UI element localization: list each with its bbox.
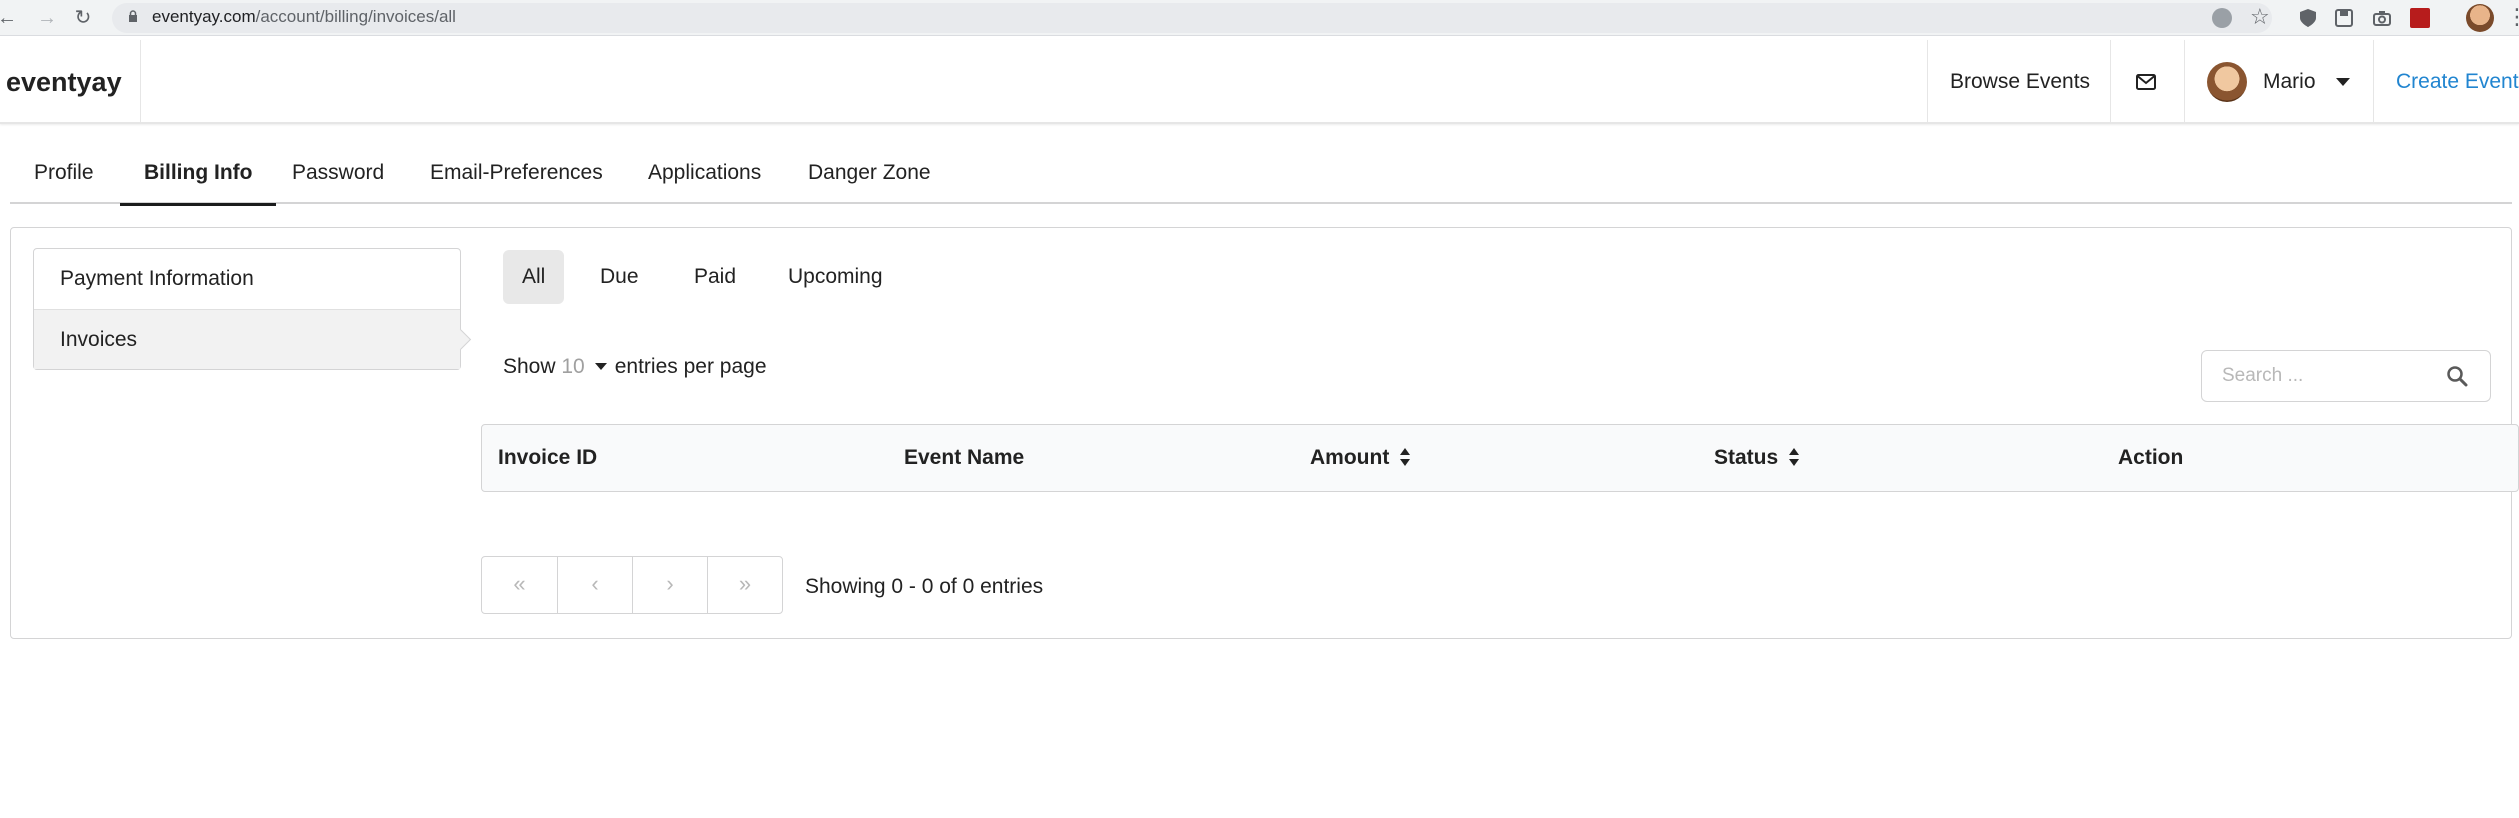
tab-billing-info[interactable]: Billing Info (120, 146, 277, 206)
divider (2110, 40, 2111, 124)
filter-upcoming[interactable]: Upcoming (769, 250, 902, 304)
red-extension-icon[interactable] (2410, 8, 2430, 28)
search-icon[interactable] (2446, 365, 2468, 387)
prev-page-button[interactable]: ‹ (557, 557, 632, 613)
back-icon[interactable]: ← (0, 5, 20, 31)
column-label: Action (2118, 446, 2184, 469)
cookie-blocked-icon[interactable] (2212, 8, 2232, 28)
caret-down-icon[interactable] (594, 363, 607, 370)
invoices-table: Invoice ID Event Name Amount Status Acti… (481, 424, 2519, 492)
divider (1927, 40, 1928, 124)
bookmark-star-icon[interactable]: ☆ (2250, 4, 2270, 30)
reload-icon[interactable]: ↻ (70, 5, 96, 31)
shield-extension-icon[interactable] (2298, 8, 2318, 28)
pagination: « ‹ › » (481, 556, 783, 614)
show-label: Show (503, 355, 556, 378)
side-item-invoices[interactable]: Invoices (34, 309, 460, 369)
search-placeholder: Search ... (2222, 365, 2304, 386)
filter-due[interactable]: Due (581, 250, 658, 304)
first-page-button[interactable]: « (482, 557, 557, 613)
column-label: Invoice ID (498, 446, 598, 469)
column-amount[interactable]: Amount (1310, 425, 1411, 491)
search-input[interactable]: Search ... (2201, 350, 2491, 402)
column-label: Amount (1310, 446, 1390, 469)
tab-profile[interactable]: Profile (10, 146, 118, 204)
column-action: Action (2118, 425, 2183, 491)
tab-danger-zone[interactable]: Danger Zone (784, 146, 955, 204)
url-text: eventyay.com/account/billing/invoices/al… (152, 6, 456, 28)
browser-profile-avatar[interactable] (2466, 4, 2494, 32)
tab-applications[interactable]: Applications (624, 146, 785, 204)
filter-paid[interactable]: Paid (675, 250, 755, 304)
envelope-icon (2136, 74, 2156, 91)
per-page-select[interactable]: 10 (561, 355, 584, 378)
save-extension-icon[interactable] (2334, 8, 2354, 28)
create-event-link[interactable]: Create Event (2396, 40, 2519, 124)
sort-icon[interactable] (1788, 447, 1800, 467)
brand-logo[interactable]: eventyay (6, 40, 122, 124)
billing-panel: Payment Information Invoices All Due Pai… (10, 227, 2519, 639)
browse-events-link[interactable]: Browse Events (1950, 40, 2090, 124)
divider (140, 40, 141, 124)
browser-toolbar: ← → ↻ eventyay.com/account/billing/invoi… (0, 0, 2519, 36)
caret-down-icon[interactable] (2336, 78, 2350, 86)
column-status[interactable]: Status (1714, 425, 1800, 491)
sort-icon[interactable] (1399, 447, 1411, 467)
forward-icon[interactable]: → (34, 5, 60, 31)
account-tabs: Profile Billing Info Password Email-Pref… (10, 146, 2512, 206)
mail-button[interactable] (2122, 40, 2170, 124)
column-invoice-id[interactable]: Invoice ID (498, 425, 597, 491)
lock-icon (129, 10, 137, 22)
url-domain: eventyay.com (152, 7, 256, 26)
browser-menu-icon[interactable]: ⋮ (2506, 2, 2519, 32)
next-page-button[interactable]: › (632, 557, 707, 613)
camera-extension-icon[interactable] (2372, 8, 2392, 28)
divider (2373, 40, 2374, 124)
url-path: /account/billing/invoices/all (255, 7, 456, 26)
column-label: Status (1714, 446, 1779, 469)
last-page-button[interactable]: » (707, 557, 782, 613)
app-header: eventyay Browse Events Mario Create Even… (0, 40, 2519, 124)
entries-suffix: entries per page (614, 355, 767, 378)
billing-side-menu: Payment Information Invoices (33, 248, 461, 370)
pagination-info: Showing 0 - 0 of 0 entries (805, 575, 1044, 598)
column-event-name[interactable]: Event Name (904, 425, 1024, 491)
divider (2184, 40, 2185, 124)
tab-email-preferences[interactable]: Email-Preferences (406, 146, 627, 204)
entries-per-page: Show 10 entries per page (503, 352, 767, 382)
user-avatar[interactable] (2207, 62, 2247, 102)
side-item-payment-information[interactable]: Payment Information (34, 249, 460, 309)
user-name[interactable]: Mario (2263, 40, 2316, 124)
column-label: Event Name (904, 446, 1025, 469)
tab-password[interactable]: Password (268, 146, 408, 204)
filter-all[interactable]: All (503, 250, 565, 304)
